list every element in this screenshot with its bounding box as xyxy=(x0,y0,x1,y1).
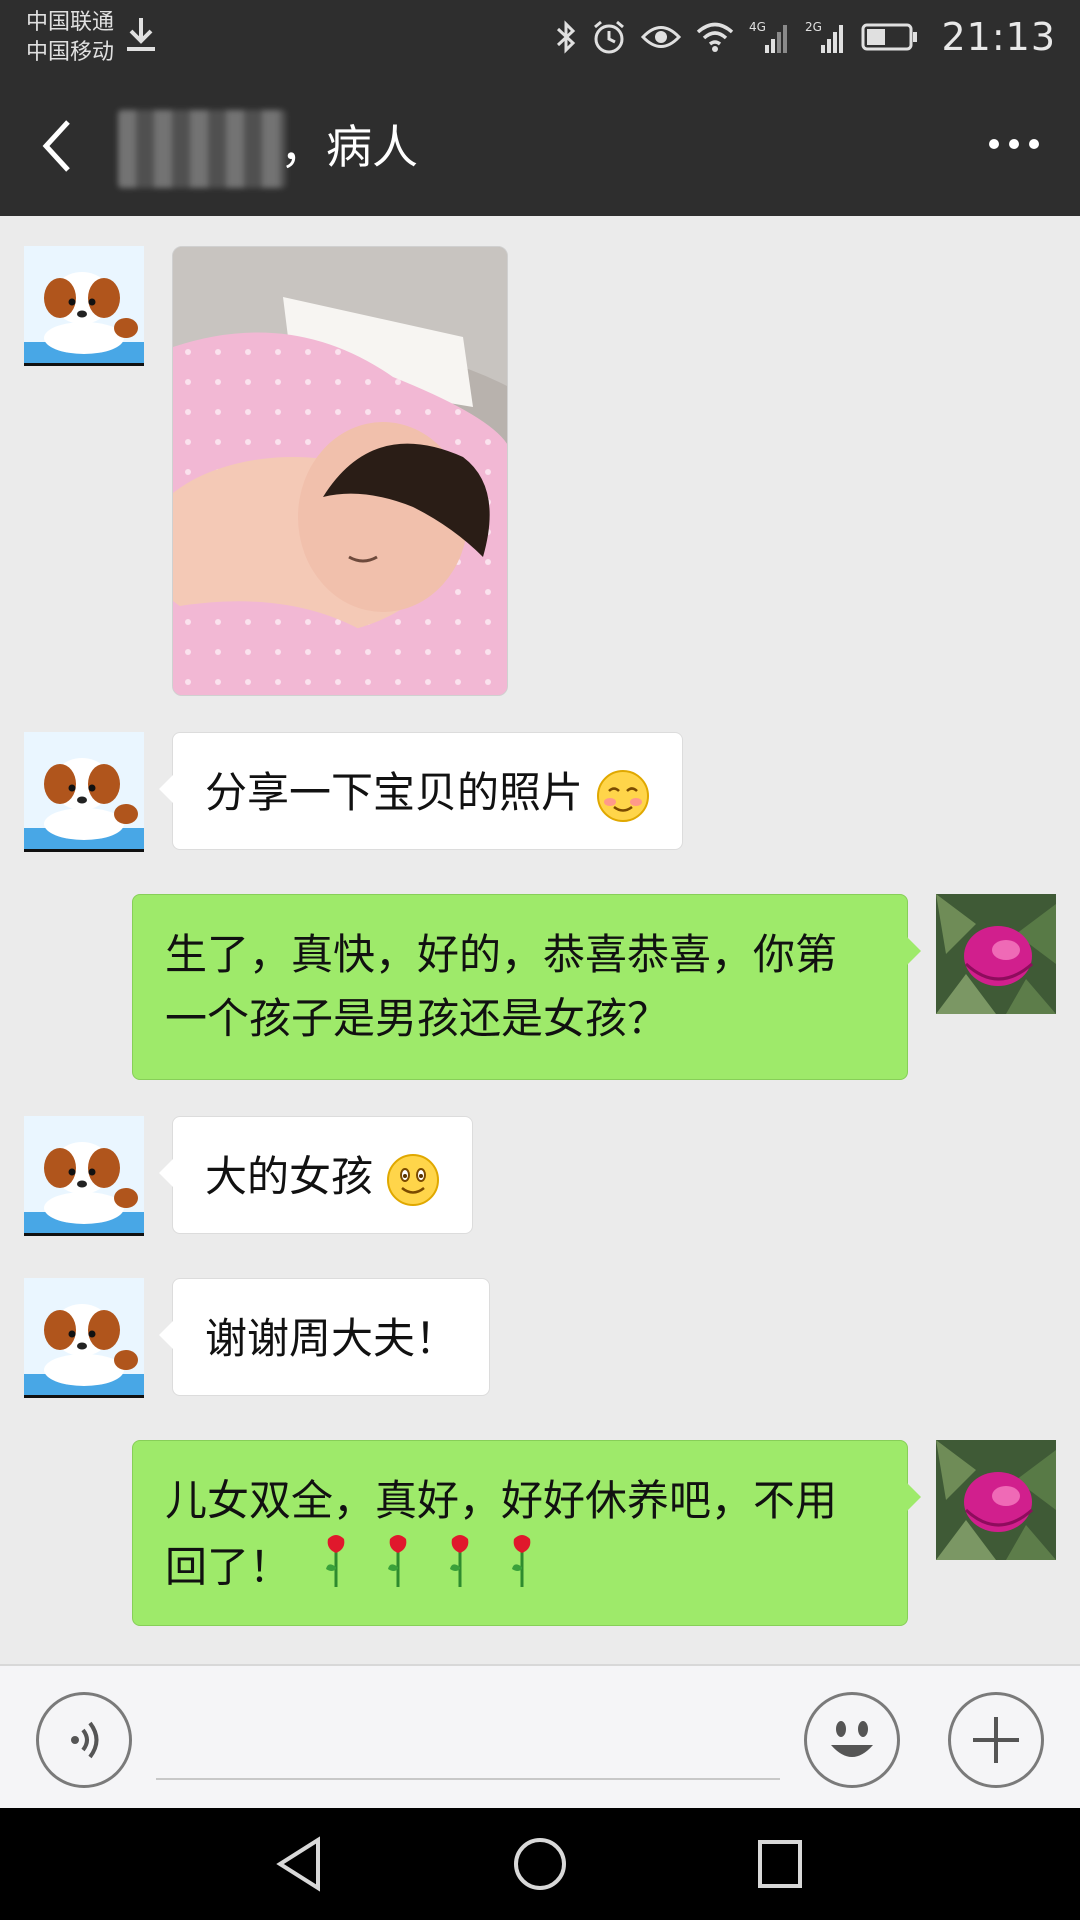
alarm-icon xyxy=(594,20,625,54)
blurred-contact-name xyxy=(118,110,286,188)
wifi-icon xyxy=(697,22,734,52)
message-received: 谢谢周大夫！ xyxy=(0,1278,1080,1398)
download-icon xyxy=(127,18,155,51)
nav-back-icon[interactable] xyxy=(274,1836,324,1892)
smile-emoji-icon xyxy=(387,1153,440,1206)
more-functions-button[interactable] xyxy=(948,1692,1044,1788)
clock: 21:13 xyxy=(941,15,1056,59)
message-text: 生了，真快，好的，恭喜恭喜，你第一个孩子是男孩还是女孩？ xyxy=(165,930,838,1043)
back-icon[interactable] xyxy=(40,118,74,174)
puppy-avatar-image xyxy=(24,732,144,852)
system-nav-bar xyxy=(0,1808,1080,1920)
peony-avatar[interactable] xyxy=(936,894,1056,1014)
message-image xyxy=(0,216,1080,706)
puppy-avatar-image xyxy=(24,1116,144,1236)
message-sent: 生了，真快，好的，恭喜恭喜，你第一个孩子是男孩还是女孩？ xyxy=(0,894,1080,1082)
message-received: 大的女孩 xyxy=(0,1116,1080,1236)
rose-emoji-icon xyxy=(326,1535,531,1587)
voice-input-button[interactable] xyxy=(36,1692,132,1788)
chat-header: ，病人 xyxy=(0,78,1080,216)
message-text: 分享一下宝贝的照片 xyxy=(205,768,584,817)
baby-photo-image xyxy=(173,247,507,695)
message-bubble[interactable]: 大的女孩 xyxy=(158,1116,474,1234)
peony-avatar-image xyxy=(936,1440,1056,1560)
blush-emoji-icon xyxy=(597,769,650,822)
message-received: 分享一下宝贝的照片 xyxy=(0,732,1080,852)
carrier-1: 中国联通 xyxy=(26,10,115,35)
message-bubble[interactable]: 分享一下宝贝的照片 xyxy=(158,732,684,850)
puppy-avatar[interactable] xyxy=(24,1116,144,1236)
emoji-face-icon xyxy=(831,1721,873,1757)
rose-emojis xyxy=(312,1533,552,1607)
message-input[interactable] xyxy=(156,1700,780,1780)
chat-messages: 分享一下宝贝的照片 生了，真快，好的，恭喜恭喜，你第一个孩子是男孩还是女孩？ 大… xyxy=(0,216,1080,1664)
signal-2g-icon: 2G xyxy=(805,20,844,53)
chat-title: ，病人 xyxy=(280,120,418,174)
message-bubble[interactable]: 生了，真快，好的，恭喜恭喜，你第一个孩子是男孩还是女孩？ xyxy=(132,894,921,1080)
signal-4g-icon: 4G xyxy=(749,20,788,53)
voice-icon xyxy=(71,1721,99,1759)
battery-icon xyxy=(861,23,918,51)
message-sent: 儿女双全，真好，好好休养吧，不用回了！ xyxy=(0,1440,1080,1628)
network-1-label: 4G xyxy=(749,20,766,34)
network-2-label: 2G xyxy=(805,20,822,34)
nav-recents-icon[interactable] xyxy=(756,1836,804,1892)
puppy-avatar-image xyxy=(24,246,144,366)
message-text: 大的女孩 xyxy=(205,1152,374,1201)
input-bar xyxy=(0,1664,1080,1808)
nav-home-icon[interactable] xyxy=(512,1836,568,1892)
puppy-avatar[interactable] xyxy=(24,246,144,366)
message-text: 谢谢周大夫！ xyxy=(205,1314,458,1363)
more-options-icon[interactable] xyxy=(988,138,1040,150)
peony-avatar-image xyxy=(936,894,1056,1014)
puppy-avatar[interactable] xyxy=(24,1278,144,1398)
peony-avatar[interactable] xyxy=(936,1440,1056,1560)
plus-icon xyxy=(973,1717,1019,1763)
carrier-info: 中国联通 中国移动 xyxy=(26,8,114,68)
eye-icon xyxy=(641,26,682,48)
baby-photo[interactable] xyxy=(172,246,508,696)
puppy-avatar-image xyxy=(24,1278,144,1398)
status-bar: 中国联通 中国移动 4G 2G 21:13 xyxy=(0,0,1080,78)
carrier-2: 中国移动 xyxy=(26,40,115,65)
status-icons: 4G 2G 21:13 xyxy=(555,12,1056,62)
message-bubble[interactable]: 儿女双全，真好，好好休养吧，不用回了！ xyxy=(132,1440,921,1626)
message-bubble[interactable]: 谢谢周大夫！ xyxy=(158,1278,491,1396)
emoji-button[interactable] xyxy=(804,1692,900,1788)
bluetooth-icon xyxy=(557,20,576,54)
puppy-avatar[interactable] xyxy=(24,732,144,852)
